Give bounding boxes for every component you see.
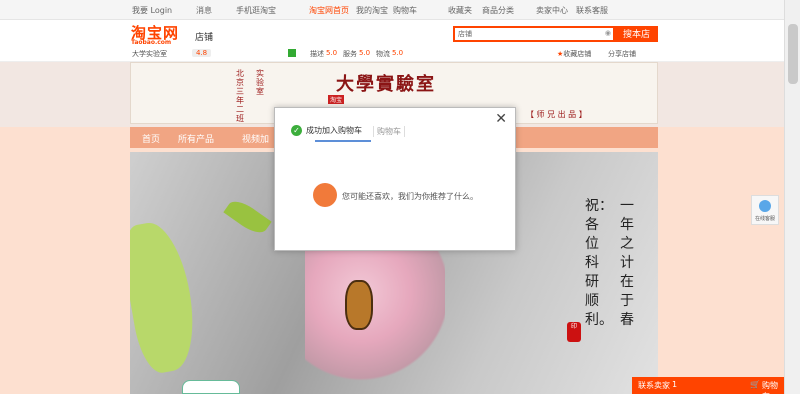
cart-label: 购物车 xyxy=(762,381,778,394)
contact-seller-label: 联系卖家 xyxy=(638,381,670,390)
close-icon[interactable]: ✕ xyxy=(495,111,507,127)
banner-title: 大學實驗室 xyxy=(336,74,436,95)
floating-badge[interactable] xyxy=(182,380,240,394)
logistics-label: 物流 xyxy=(376,50,390,58)
service-label: 服务 xyxy=(343,50,357,58)
banner-vertical-text-2: 实验室 xyxy=(256,69,264,96)
mascot-icon xyxy=(313,183,337,207)
collect-shop-link[interactable]: ★收藏店铺 xyxy=(557,49,591,59)
shop-header: 淘宝网 Taobao.com 店铺 店铺 ◉ 搜本店 xyxy=(0,20,784,46)
desc-label: 描述 xyxy=(310,50,324,58)
leaf-bud-shape xyxy=(223,195,272,239)
nav-item-home[interactable]: 首页 xyxy=(142,132,160,145)
cart-count: 1 xyxy=(672,380,678,389)
banner-vertical-text-1: 北京三年二班 xyxy=(236,69,244,123)
nav-item-all-products[interactable]: 所有产品 xyxy=(178,132,214,145)
bee-shape xyxy=(345,280,373,330)
chat-icon xyxy=(759,200,771,212)
verified-icon xyxy=(288,49,296,57)
shop-label[interactable]: 店铺 xyxy=(195,30,213,43)
tab-cart[interactable]: 购物车 xyxy=(373,126,405,137)
bottom-cart-bar[interactable]: 联系卖家 1 🛒 购物车 xyxy=(632,377,784,394)
share-shop-link[interactable]: 分享店铺 xyxy=(608,49,636,59)
taobao-home-link[interactable]: 淘宝网首页 xyxy=(309,5,349,16)
page-scrollbar[interactable] xyxy=(784,0,800,394)
my-taobao-link[interactable]: 我的淘宝 xyxy=(356,5,388,16)
desc-score: 5.0 xyxy=(326,49,338,57)
messages-link[interactable]: 消息 xyxy=(196,5,212,16)
active-tab-indicator xyxy=(315,140,371,142)
banner-tagline: 【 师 兄 出 品 】 xyxy=(526,110,587,119)
shop-name[interactable]: 大学实验室 xyxy=(132,49,167,59)
contact-link[interactable]: 联系客服 xyxy=(576,5,608,16)
add-to-cart-dialog: ✓ 成功加入购物车 购物车 ✕ 您可能还喜欢，我们为你推荐了什么。 xyxy=(274,107,516,251)
banner-seal: 淘宝 xyxy=(328,95,345,104)
shop-rating-bar: 大学实验室 4.8 描述 5.0 服务 5.0 物流 5.0 ★收藏店铺 分享店… xyxy=(0,45,784,62)
login-link[interactable]: 我要 Login xyxy=(132,5,172,16)
red-seal-stamp: 印 xyxy=(567,322,581,342)
camera-icon[interactable]: ◉ xyxy=(605,29,611,37)
leaf-shape xyxy=(130,217,203,377)
check-icon: ✓ xyxy=(291,125,302,136)
search-scope-dropdown[interactable]: 店铺 xyxy=(458,29,472,39)
taobao-logo[interactable]: 淘宝网 Taobao.com xyxy=(131,22,179,46)
blossom-shape xyxy=(305,232,445,382)
search-button[interactable]: 搜本店 xyxy=(615,26,658,42)
customer-service-widget[interactable]: 在线客服 xyxy=(751,195,779,225)
poem-line-2: 祝：各位科研顺利。 xyxy=(585,198,613,328)
top-utility-bar: 我要 Login 消息 手机逛淘宝 淘宝网首页 我的淘宝 购物车 收藏夹 商品分… xyxy=(0,0,784,20)
favorites-link[interactable]: 收藏夹 xyxy=(448,5,472,16)
service-score: 5.0 xyxy=(359,49,371,57)
search-input[interactable] xyxy=(485,29,600,39)
logistics-score: 5.0 xyxy=(392,49,404,57)
search-box: 店铺 ◉ xyxy=(453,26,615,42)
seller-center-link[interactable]: 卖家中心 xyxy=(536,5,568,16)
categories-link[interactable]: 商品分类 xyxy=(482,5,514,16)
shop-grade: 4.8 xyxy=(192,49,212,57)
poem-line-1: 一年之计在于春 xyxy=(620,198,634,328)
dialog-message: 您可能还喜欢，我们为你推荐了什么。 xyxy=(342,192,478,201)
mobile-link[interactable]: 手机逛淘宝 xyxy=(236,5,276,16)
cart-icon: 🛒 xyxy=(750,380,760,389)
nav-item-video[interactable]: 视频加 xyxy=(242,132,269,145)
tab-success[interactable]: ✓ 成功加入购物车 xyxy=(291,125,362,136)
cart-link[interactable]: 购物车 xyxy=(393,5,417,16)
scrollbar-thumb[interactable] xyxy=(788,24,798,84)
